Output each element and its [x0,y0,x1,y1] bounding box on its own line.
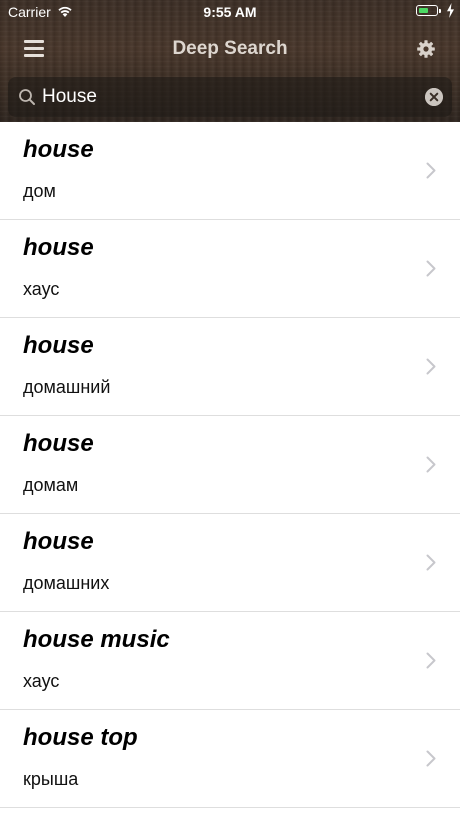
status-bar: Carrier 9:55 AM [0,0,460,24]
battery-icon [416,5,438,16]
result-term: house [23,430,94,457]
result-term: house [23,528,94,555]
result-translation: домам [23,475,79,495]
navigation-bar: Deep Search [0,24,460,74]
chevron-right-icon [426,554,436,571]
list-item[interactable]: house хаус [0,220,460,318]
list-item[interactable]: house домашний [0,318,460,416]
header-area: Carrier 9:55 AM Deep Search [0,0,460,122]
magnifier-icon [19,89,35,105]
result-term: house [23,136,94,163]
result-term: house top [23,724,138,751]
chevron-right-icon [426,456,436,473]
result-translation: хаус [23,671,60,691]
battery-level-fill [419,8,428,13]
list-item[interactable]: house music хаус [0,612,460,710]
chevron-right-icon [426,162,436,179]
results-list: house дом house хаус house домашний house домам… [0,122,460,808]
result-translation: домашних [23,573,110,593]
gear-icon[interactable] [416,39,436,59]
result-translation: дом [23,181,56,201]
charging-bolt-icon [447,3,454,18]
clock-time: 9:55 AM [203,4,257,20]
result-term: house [23,234,94,261]
result-term: house music [23,626,170,653]
page-title: Deep Search [172,38,288,59]
result-translation: крыша [23,769,79,789]
result-translation: домашний [23,377,111,397]
battery-nub [439,9,441,13]
search-input[interactable] [42,77,412,117]
result-translation: хаус [23,279,60,299]
clear-circle-icon[interactable] [425,88,443,106]
chevron-right-icon [426,260,436,277]
list-item[interactable]: house домашних [0,514,460,612]
chevron-right-icon [426,750,436,767]
list-item[interactable]: house дом [0,122,460,220]
list-item[interactable]: house top крыша [0,710,460,808]
chevron-right-icon [426,652,436,669]
search-bar [8,77,452,117]
app-screen: Carrier 9:55 AM Deep Search House house … [0,0,460,818]
result-term: house [23,332,94,359]
list-item[interactable]: house домам [0,416,460,514]
chevron-right-icon [426,358,436,375]
